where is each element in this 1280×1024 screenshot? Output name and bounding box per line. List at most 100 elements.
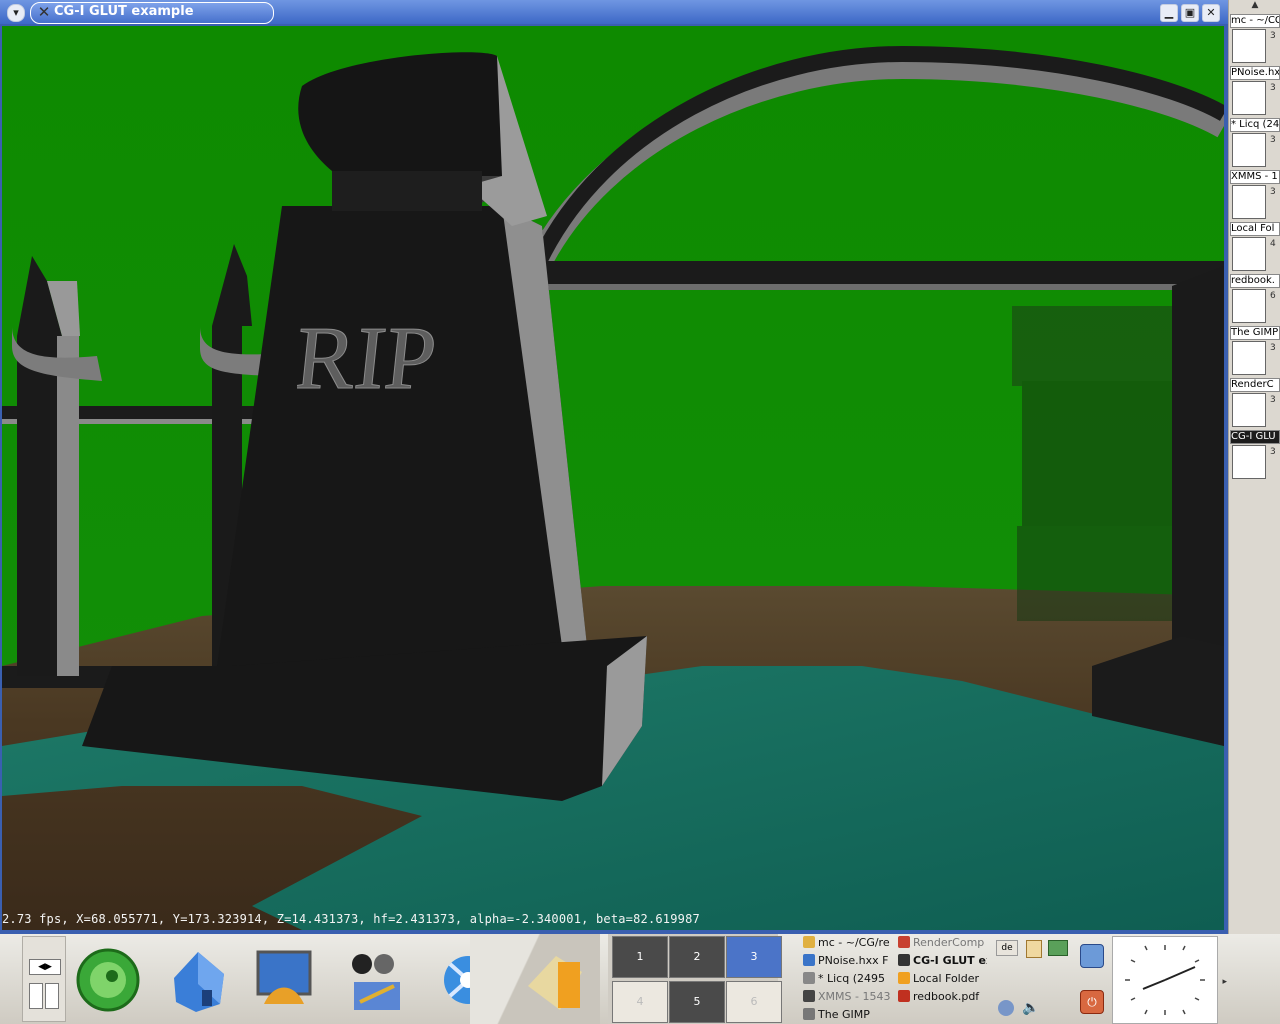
panel-applet[interactable]: ◀▶ [22, 936, 66, 1022]
mail-icon [898, 972, 910, 984]
kde-panel: ◀▶ 123 456 mc - ~/CG/re RenderComp PNoise.h… [0, 934, 1280, 1024]
desktop-pager: 123 456 [608, 934, 782, 1024]
tasklist-item[interactable]: CG-I GLUT ex [895, 952, 987, 969]
task-strip: ▲ mc - ~/CG 3 PNoise.hx 3 * Licq (24 3 XMMS - … [1228, 0, 1280, 934]
strip-task-desktop: 3 [1270, 83, 1276, 93]
tasklist-item-label: Local Folder [913, 972, 979, 985]
window-menu-button[interactable]: ▾ [7, 4, 25, 22]
render-icon [898, 936, 910, 948]
folder-icon [1232, 29, 1266, 63]
folder-icon [803, 936, 815, 948]
clipboard-icon[interactable] [1026, 940, 1042, 958]
strip-task-desktop: 3 [1270, 31, 1276, 41]
gimp-icon [1232, 341, 1266, 375]
tasklist-item-label: XMMS - 1543 [818, 990, 891, 1003]
tasklist-item[interactable]: PNoise.hxx F [800, 952, 892, 969]
pdf-icon [898, 990, 910, 1002]
strip-task[interactable]: redbook. 6 [1229, 274, 1280, 324]
tasklist: mc - ~/CG/re RenderComp PNoise.hxx F CG-I G… [798, 934, 988, 1024]
lock-icon[interactable] [1080, 944, 1104, 968]
tasklist-item-label: CG-I GLUT ex [913, 954, 987, 967]
strip-task-label: * Licq (24 [1230, 118, 1280, 132]
strip-task-label: CG-I GLU [1230, 430, 1280, 444]
gl-canvas[interactable]: RIP [2, 26, 1224, 930]
strip-task[interactable]: mc - ~/CG 3 [1229, 14, 1280, 64]
arrows-icon[interactable]: ◀▶ [29, 959, 61, 975]
strip-task-desktop: 3 [1270, 343, 1276, 353]
title-bar[interactable]: ▾ ✕ CG-I GLUT example ▁ ▣ ✕ [0, 0, 1228, 24]
strip-task[interactable]: XMMS - 1 3 [1229, 170, 1280, 220]
pager-desktop-1[interactable]: 1 [612, 936, 668, 978]
x-icon [898, 954, 910, 966]
drive-icon[interactable] [45, 983, 59, 1009]
minimize-button[interactable]: ▁ [1160, 4, 1178, 22]
strip-task[interactable]: Local Fol 4 [1229, 222, 1280, 272]
strip-task-label: redbook. [1230, 274, 1280, 288]
pager-desktop-6[interactable]: 6 [726, 981, 782, 1023]
strip-task-label: XMMS - 1 [1230, 170, 1280, 184]
strip-task-label: PNoise.hx [1230, 66, 1280, 80]
maximize-button[interactable]: ▣ [1181, 4, 1199, 22]
pager-desktop-5[interactable]: 5 [669, 981, 725, 1023]
kontact-icon[interactable] [340, 942, 412, 1018]
headphones-icon [803, 990, 815, 1002]
network-icon[interactable] [1048, 940, 1068, 956]
strip-task-desktop: 3 [1270, 135, 1276, 145]
strip-task[interactable]: CG-I GLU 3 [1229, 430, 1280, 480]
analog-clock[interactable]: ▸ [1112, 936, 1227, 1024]
tasklist-item[interactable]: * Licq (2495 [800, 970, 892, 987]
kmail-icon[interactable] [520, 942, 592, 1018]
tasklist-item-label: RenderComp [913, 936, 985, 949]
tasklist-item[interactable]: RenderComp [895, 934, 987, 951]
strip-task[interactable]: PNoise.hx 3 [1229, 66, 1280, 116]
tasklist-item[interactable]: Local Folder [895, 970, 987, 987]
tasklist-item-label: redbook.pdf [913, 990, 980, 1003]
pager-desktop-4[interactable]: 4 [612, 981, 668, 1023]
window-title: CG-I GLUT example [54, 4, 194, 19]
strip-task-desktop: 3 [1270, 395, 1276, 405]
rip-engraving: RIP [297, 308, 441, 396]
pager-desktop-3[interactable]: 3 [726, 936, 782, 978]
clock-arrow[interactable]: ▸ [1222, 977, 1227, 987]
tasklist-item-label: mc - ~/CG/re [818, 936, 890, 949]
strip-task-desktop: 3 [1270, 447, 1276, 457]
strip-task[interactable]: * Licq (24 3 [1229, 118, 1280, 168]
home-icon[interactable] [162, 942, 234, 1018]
volume-icon[interactable]: 🔈 [1022, 1000, 1039, 1016]
status-readout: 2.73 fps, X=68.055771, Y=173.323914, Z=1… [2, 912, 700, 926]
desktop-icon[interactable] [248, 942, 320, 1018]
strip-task-desktop: 6 [1270, 291, 1276, 301]
glut-window: ▾ ✕ CG-I GLUT example ▁ ▣ ✕ RIP 2.73 fps… [0, 0, 1228, 934]
strip-task[interactable]: RenderC 3 [1229, 378, 1280, 428]
x-icon [1232, 445, 1266, 479]
suse-menu-icon[interactable] [72, 942, 144, 1018]
svg-text:RIP: RIP [297, 308, 441, 396]
strip-task-desktop: 3 [1270, 187, 1276, 197]
tasklist-item[interactable]: The GIMP [800, 1006, 892, 1023]
render-icon [1232, 393, 1266, 427]
tasklist-item-label: The GIMP [818, 1008, 870, 1021]
x-icon: ✕ [37, 3, 51, 21]
headphones-icon [1232, 185, 1266, 219]
tasklist-item[interactable]: redbook.pdf [895, 988, 987, 1005]
system-tray: de 🔈 [992, 934, 1070, 1024]
strip-task[interactable]: The GIMP 3 [1229, 326, 1280, 376]
tasklist-item[interactable]: mc - ~/CG/re [800, 934, 892, 951]
strip-task-label: Local Fol [1230, 222, 1280, 236]
tasklist-item[interactable]: XMMS - 1543 [800, 988, 892, 1005]
editor-icon [803, 954, 815, 966]
gimp-icon [803, 1008, 815, 1020]
strip-scroll-up[interactable]: ▲ [1247, 0, 1263, 10]
editor-icon [1232, 81, 1266, 115]
keyboard-layout[interactable]: de [996, 940, 1018, 956]
strip-task-label: RenderC [1230, 378, 1280, 392]
disk-icon[interactable] [998, 1000, 1014, 1016]
drive-icon[interactable] [29, 983, 43, 1009]
strip-task-label: mc - ~/CG [1230, 14, 1280, 28]
pager-desktop-2[interactable]: 2 [669, 936, 725, 978]
close-button[interactable]: ✕ [1202, 4, 1220, 22]
computer-icon [1232, 133, 1266, 167]
strip-task-desktop: 4 [1270, 239, 1276, 249]
document-icon [1232, 289, 1266, 323]
logout-icon[interactable]: ⏻ [1080, 990, 1104, 1014]
